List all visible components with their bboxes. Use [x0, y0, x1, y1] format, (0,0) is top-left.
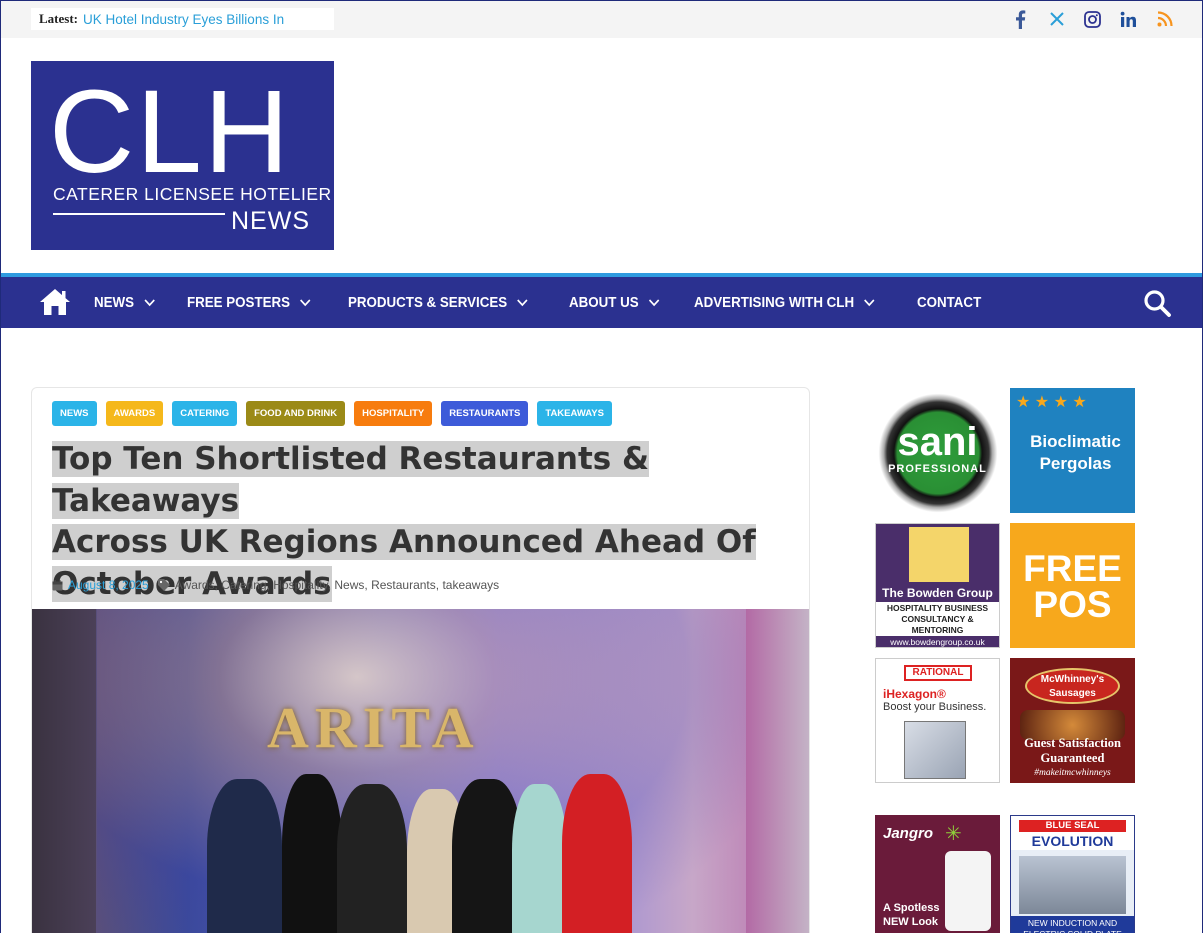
nav-item-label: CONTACT	[917, 294, 982, 311]
chevron-down-icon	[299, 299, 310, 307]
top-bar: Latest: UK Hotel Industry Eyes Billions …	[1, 1, 1202, 38]
bowden-sub: HOSPITALITY BUSINESS CONSULTANCY & MENTO…	[886, 603, 989, 635]
article-date[interactable]: August 8, 2025	[68, 578, 149, 592]
logo-tagline: CATERER LICENSEE HOTELIER	[53, 184, 332, 204]
category-tag-news[interactable]: NEWS	[52, 401, 97, 426]
ad-rational-ihexagon[interactable]: RATIONAL iHexagon® Boost your Business.	[875, 658, 1000, 783]
linkedin-icon[interactable]	[1119, 7, 1138, 31]
blue-seal-product: EVOLUTION	[1031, 833, 1114, 849]
blue-seal-unit-image	[1019, 856, 1126, 914]
nav-item-contact[interactable]: CONTACT	[917, 295, 981, 311]
jangro-text: A Spotless NEW Look	[883, 902, 940, 928]
hero-right-curtain	[746, 609, 809, 933]
hero-person	[282, 774, 342, 933]
rational-product: iHexagon®	[883, 687, 946, 701]
calendar-icon	[52, 579, 63, 590]
bowden-cartoon	[909, 527, 969, 582]
nav-item-label: FREE POSTERS	[186, 294, 290, 311]
article-tag-link[interactable]: takeaways	[442, 578, 499, 592]
nav-item-about-us[interactable]: ABOUT US	[569, 295, 660, 311]
jangro-brand: Jangro	[883, 825, 934, 842]
hero-person	[207, 779, 282, 933]
nav-item-advertising-with-clh[interactable]: ADVERTISING WITH CLH	[694, 295, 875, 311]
article-tag-link[interactable]: Catering	[221, 578, 266, 592]
rational-oven-image	[904, 721, 966, 779]
bio-text: Bioclimatic Pergolas	[1030, 432, 1121, 473]
nav-item-label: NEWS	[94, 294, 135, 311]
ad-bowden-group[interactable]: The Bowden Group HOSPITALITY BUSINESS CO…	[875, 523, 1000, 648]
tag-icon	[157, 579, 170, 591]
article-tag-link[interactable]: Hospitality	[273, 578, 327, 592]
blue-seal-text: NEW INDUCTION AND ELECTRIC SOLID PLATE H…	[1011, 916, 1134, 933]
article-tag-link[interactable]: Restaurants	[371, 578, 436, 592]
category-tag-restaurants[interactable]: RESTAURANTS	[441, 401, 529, 426]
chevron-down-icon	[864, 299, 875, 307]
search-icon[interactable]	[1143, 289, 1171, 317]
article-tag-link[interactable]: Awards	[175, 578, 215, 592]
hero-person	[512, 784, 567, 933]
main-navigation: NEWS FREE POSTERS PRODUCTS & SERVICES ABOUT…	[1, 277, 1202, 328]
hero-arita-sign: ARITA	[267, 695, 480, 760]
article-tag-links: Awards, Catering, Hospitality, News, Res…	[175, 578, 499, 592]
chevron-down-icon	[144, 299, 155, 307]
ad-jangro[interactable]: Jangro ✳ A Spotless NEW Look	[875, 815, 1000, 933]
mcwhinney-brand: McWhinney's Sausages	[1025, 668, 1120, 704]
category-tag-catering[interactable]: CATERING	[172, 401, 238, 426]
article-meta: August 8, 2025 Awards, Catering, Hospita…	[52, 578, 499, 592]
nav-item-news[interactable]: NEWS	[94, 295, 155, 311]
nav-item-label: PRODUCTS & SERVICES	[347, 294, 507, 311]
hero-left-curtain	[32, 609, 96, 933]
asterisk-icon: ✳	[945, 823, 962, 845]
facebook-icon[interactable]	[1011, 7, 1030, 31]
site-logo[interactable]: CLH CATERER LICENSEE HOTELIER NEWS	[31, 61, 334, 250]
mcwhinney-text: Guest Satisfaction Guaranteed	[1024, 736, 1121, 765]
nav-item-label: ABOUT US	[569, 294, 640, 311]
latest-ticker[interactable]: Latest: UK Hotel Industry Eyes Billions …	[31, 8, 334, 30]
category-tag-takeaways[interactable]: TAKEAWAYS	[537, 401, 612, 426]
latest-label: Latest:	[39, 11, 78, 26]
social-links	[1011, 7, 1174, 31]
article-card: NEWS AWARDS CATERING FOOD AND DRINK HOSPITAL…	[31, 387, 810, 933]
logo-news: NEWS	[231, 207, 310, 235]
ad-bioclimatic-pergolas[interactable]: ★ ★ ★ ★ Bioclimatic Pergolas	[1010, 388, 1135, 513]
ad-free-pos[interactable]: FREE POS	[1010, 523, 1135, 648]
nav-items: NEWS FREE POSTERS PRODUCTS & SERVICES ABOUT…	[94, 277, 1013, 328]
article-title-line-2: Across UK Regions Announced Ahead Of	[52, 524, 756, 560]
chevron-down-icon	[516, 299, 527, 307]
sani-sub: PROFESSIONAL	[888, 463, 987, 475]
star-decoration-icon: ★ ★ ★ ★	[1016, 394, 1087, 411]
category-tags: NEWS AWARDS CATERING FOOD AND DRINK HOSPITAL…	[52, 401, 612, 426]
article-tag-link[interactable]: News	[334, 578, 364, 592]
category-tag-hospitality[interactable]: HOSPITALITY	[354, 401, 433, 426]
jangro-bottle-image	[945, 851, 991, 931]
category-tag-food-and-drink[interactable]: FOOD AND DRINK	[246, 401, 346, 426]
x-twitter-icon[interactable]	[1047, 7, 1066, 31]
hero-person	[562, 774, 632, 933]
rational-tagline: Boost your Business.	[883, 701, 987, 713]
latest-headline-link[interactable]: UK Hotel Industry Eyes Billions In	[83, 12, 284, 27]
logo-divider	[53, 213, 225, 215]
logo-letters: CLH	[49, 66, 292, 198]
rational-brand: RATIONAL	[904, 665, 972, 681]
ad-mcwhinneys-sausages[interactable]: McWhinney's Sausages Guest Satisfaction …	[1010, 658, 1135, 783]
ad-sani-professional[interactable]: sani PROFESSIONAL	[875, 388, 1000, 513]
blue-seal-brand: BLUE SEAL	[1019, 820, 1126, 832]
mcwhinney-hashtag: #makeitmcwhinneys	[1034, 768, 1111, 778]
nav-item-free-posters[interactable]: FREE POSTERS	[187, 295, 311, 311]
sani-word: sani	[897, 420, 978, 464]
bowden-name: The Bowden Group	[876, 584, 999, 602]
rss-icon[interactable]	[1155, 7, 1174, 31]
nav-item-products-services[interactable]: PRODUCTS & SERVICES	[348, 295, 528, 311]
article-title-line-1: Top Ten Shortlisted Restaurants & Takeaw…	[52, 441, 650, 519]
bowden-url: www.bowdengroup.co.uk	[876, 636, 999, 647]
home-icon[interactable]	[39, 288, 71, 316]
category-tag-awards[interactable]: AWARDS	[105, 401, 164, 426]
article-hero-image[interactable]: ARITA	[32, 609, 809, 933]
hero-person	[337, 784, 407, 933]
ad-blue-seal-evolution[interactable]: BLUE SEAL EVOLUTION NEW INDUCTION AND EL…	[1010, 815, 1135, 933]
nav-item-label: ADVERTISING WITH CLH	[694, 294, 855, 311]
chevron-down-icon	[649, 299, 660, 307]
free-pos-text: FREE POS	[1023, 548, 1122, 625]
instagram-icon[interactable]	[1083, 7, 1102, 31]
